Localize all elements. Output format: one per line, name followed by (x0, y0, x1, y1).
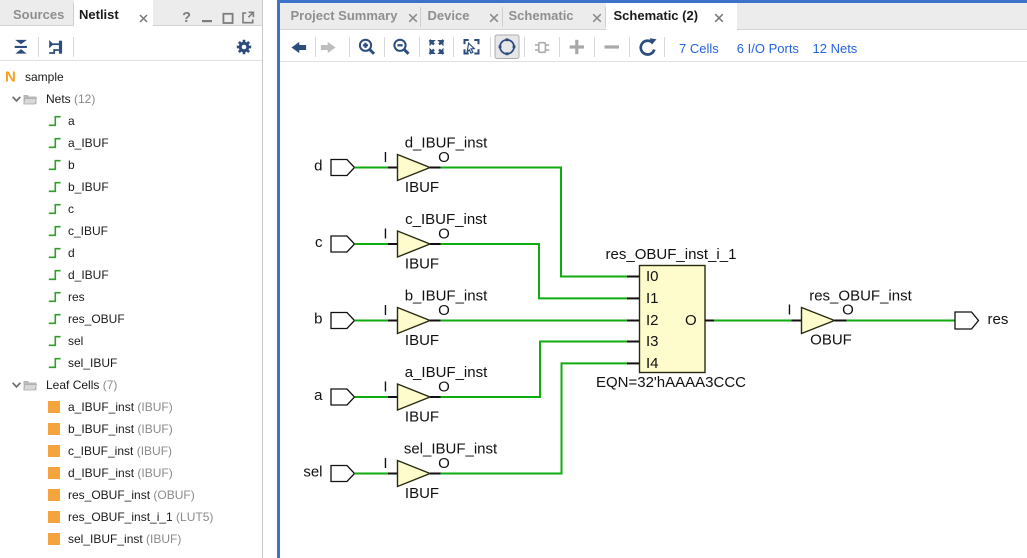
svg-text:I: I (787, 302, 791, 319)
svg-text:IBUF: IBUF (405, 409, 439, 426)
svg-text:IBUF: IBUF (405, 256, 439, 273)
svg-text:I2: I2 (646, 312, 659, 329)
svg-text:O: O (438, 149, 450, 166)
svg-text:IBUF: IBUF (405, 332, 439, 349)
svg-text:c: c (315, 234, 323, 251)
svg-text:I: I (383, 379, 387, 396)
svg-text:O: O (438, 379, 450, 396)
svg-text:O: O (438, 226, 450, 243)
svg-text:I4: I4 (646, 355, 659, 372)
svg-text:I: I (383, 455, 387, 472)
svg-text:a_IBUF_inst: a_IBUF_inst (405, 364, 488, 381)
svg-text:I: I (383, 226, 387, 243)
svg-text:I: I (383, 149, 387, 166)
svg-text:res_OBUF_inst: res_OBUF_inst (809, 288, 912, 305)
svg-text:I3: I3 (646, 333, 659, 350)
svg-text:O: O (685, 312, 697, 329)
svg-text:OBUF: OBUF (810, 332, 852, 349)
svg-text:sel: sel (303, 464, 322, 481)
svg-text:I: I (383, 302, 387, 319)
svg-text:d_IBUF_inst: d_IBUF_inst (405, 135, 488, 152)
svg-text:a: a (314, 387, 323, 404)
svg-text:IBUF: IBUF (405, 179, 439, 196)
svg-text:b_IBUF_inst: b_IBUF_inst (405, 288, 488, 305)
svg-text:res: res (988, 311, 1009, 328)
svg-text:IBUF: IBUF (405, 485, 439, 502)
svg-text:O: O (438, 455, 450, 472)
svg-text:c_IBUF_inst: c_IBUF_inst (405, 211, 488, 228)
svg-text:O: O (438, 302, 450, 319)
svg-text:?: ? (182, 10, 191, 24)
svg-text:I0: I0 (646, 268, 659, 285)
svg-text:d: d (314, 158, 322, 175)
svg-text:sel_IBUF_inst: sel_IBUF_inst (404, 441, 498, 458)
svg-text:res_OBUF_inst_i_1: res_OBUF_inst_i_1 (606, 246, 737, 263)
svg-text:b: b (314, 311, 322, 328)
svg-text:I1: I1 (646, 290, 659, 307)
svg-text:EQN=32'hAAAA3CCC: EQN=32'hAAAA3CCC (596, 374, 746, 391)
